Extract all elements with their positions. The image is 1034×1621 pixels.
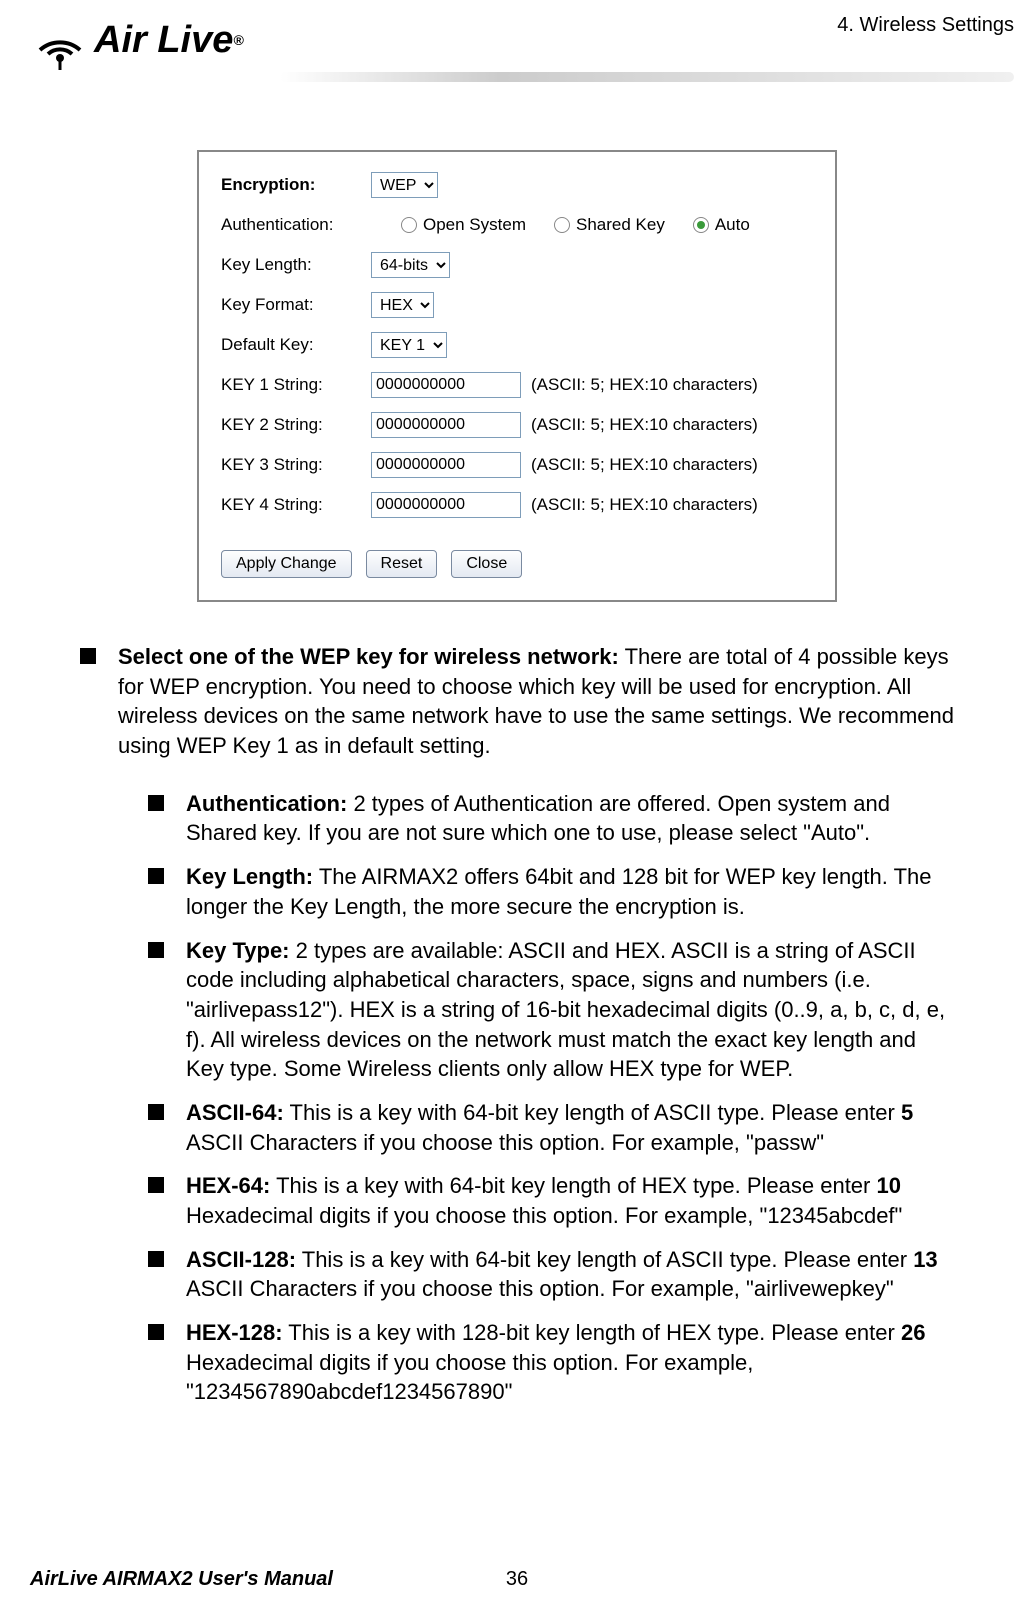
bullet-title: HEX-128: <box>186 1320 283 1345</box>
logo-text: Air Live <box>94 19 233 62</box>
bullet-title: Key Type: <box>186 938 290 963</box>
breadcrumb: 4. Wireless Settings <box>837 14 1014 37</box>
bullet-title: HEX-64: <box>186 1173 270 1198</box>
page-number: 36 <box>506 1568 528 1591</box>
header-divider <box>280 72 1014 82</box>
page-footer: AirLive AIRMAX2 User's Manual 36 <box>30 1568 1004 1591</box>
bullet-bold: 26 <box>901 1320 925 1345</box>
key1-label: KEY 1 String: <box>221 375 371 395</box>
radio-open-label: Open System <box>423 215 526 235</box>
list-item: Key Length: The AIRMAX2 offers 64bit and… <box>148 862 954 921</box>
list-item: Select one of the WEP key for wireless n… <box>80 642 954 1407</box>
key1-hint: (ASCII: 5; HEX:10 characters) <box>531 375 758 395</box>
bullet-text: Hexadecimal digits if you choose this op… <box>186 1350 753 1405</box>
bullet-text: This is a key with 128-bit key length of… <box>283 1320 901 1345</box>
bullet-title: ASCII-128: <box>186 1247 296 1272</box>
radio-auto[interactable] <box>693 217 709 233</box>
close-button[interactable]: Close <box>451 550 522 578</box>
content-text: Select one of the WEP key for wireless n… <box>80 642 954 1407</box>
keylen-select[interactable]: 64-bits <box>371 252 450 278</box>
encryption-label: Encryption: <box>221 175 371 195</box>
auth-radio-group: Open System Shared Key Auto <box>401 215 750 235</box>
key3-label: KEY 3 String: <box>221 455 371 475</box>
key1-input[interactable] <box>371 372 521 398</box>
auth-label: Authentication: <box>221 215 371 235</box>
bullet-title: Key Length: <box>186 864 313 889</box>
signal-icon <box>30 10 90 70</box>
radio-auto-label: Auto <box>715 215 750 235</box>
bullet-bold: 5 <box>901 1100 913 1125</box>
bullet-text: This is a key with 64-bit key length of … <box>296 1247 913 1272</box>
radio-open[interactable] <box>401 217 417 233</box>
encryption-select[interactable]: WEP <box>371 172 438 198</box>
bullet-text: Hexadecimal digits if you choose this op… <box>186 1203 902 1228</box>
key3-input[interactable] <box>371 452 521 478</box>
keyfmt-select[interactable]: HEX <box>371 292 434 318</box>
radio-shared-label: Shared Key <box>576 215 665 235</box>
page-header: Air Live® 4. Wireless Settings <box>80 0 954 120</box>
manual-title: AirLive AIRMAX2 User's Manual <box>30 1568 333 1591</box>
bullet-title: ASCII-64: <box>186 1100 284 1125</box>
key2-hint: (ASCII: 5; HEX:10 characters) <box>531 415 758 435</box>
bullet-text: This is a key with 64-bit key length of … <box>284 1100 901 1125</box>
key2-input[interactable] <box>371 412 521 438</box>
bullet-bold: 10 <box>876 1173 900 1198</box>
wep-config-panel: Encryption: WEP Authentication: Open Sys… <box>197 150 837 602</box>
bullet-bold: 13 <box>913 1247 937 1272</box>
radio-shared[interactable] <box>554 217 570 233</box>
key4-label: KEY 4 String: <box>221 495 371 515</box>
airlive-logo: Air Live® <box>30 10 244 70</box>
list-item: ASCII-128: This is a key with 64-bit key… <box>148 1245 954 1304</box>
bullet-text: ASCII Characters if you choose this opti… <box>186 1130 824 1155</box>
bullet-text: 2 types are available: ASCII and HEX. AS… <box>186 938 945 1082</box>
list-item: Authentication: 2 types of Authenticatio… <box>148 789 954 848</box>
key2-label: KEY 2 String: <box>221 415 371 435</box>
bullet-text: This is a key with 64-bit key length of … <box>270 1173 876 1198</box>
keylen-label: Key Length: <box>221 255 371 275</box>
apply-button[interactable]: Apply Change <box>221 550 352 578</box>
reset-button[interactable]: Reset <box>366 550 438 578</box>
list-item: HEX-128: This is a key with 128-bit key … <box>148 1318 954 1407</box>
keyfmt-label: Key Format: <box>221 295 371 315</box>
bullet-title: Select one of the WEP key for wireless n… <box>118 644 619 669</box>
bullet-title: Authentication: <box>186 791 347 816</box>
key4-input[interactable] <box>371 492 521 518</box>
defkey-label: Default Key: <box>221 335 371 355</box>
defkey-select[interactable]: KEY 1 <box>371 332 447 358</box>
list-item: ASCII-64: This is a key with 64-bit key … <box>148 1098 954 1157</box>
key4-hint: (ASCII: 5; HEX:10 characters) <box>531 495 758 515</box>
key3-hint: (ASCII: 5; HEX:10 characters) <box>531 455 758 475</box>
list-item: Key Type: 2 types are available: ASCII a… <box>148 936 954 1084</box>
list-item: HEX-64: This is a key with 64-bit key le… <box>148 1171 954 1230</box>
bullet-text: ASCII Characters if you choose this opti… <box>186 1276 894 1301</box>
